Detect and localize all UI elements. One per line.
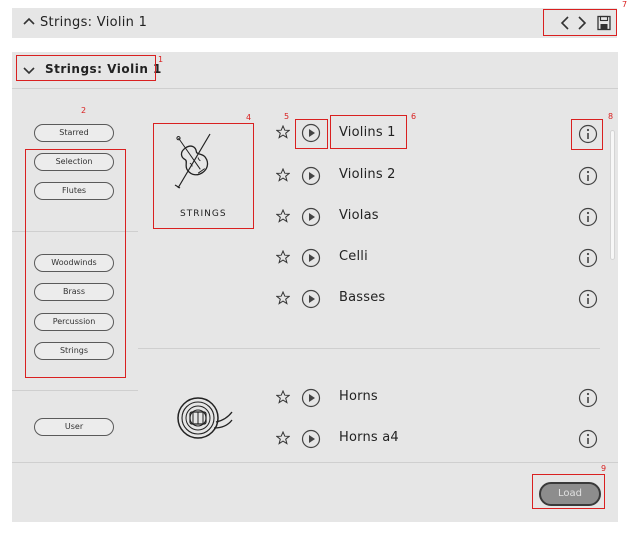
instrument-horns[interactable]: Horns (339, 389, 378, 404)
instrument-celli[interactable]: Celli (339, 249, 368, 264)
star-icon[interactable] (276, 390, 290, 404)
play-icon[interactable] (301, 388, 321, 408)
info-icon[interactable] (578, 207, 598, 227)
french-horn-icon (177, 397, 233, 439)
load-button[interactable]: Load (539, 482, 601, 506)
chevron-right-icon[interactable] (577, 15, 587, 31)
play-icon[interactable] (301, 429, 321, 449)
star-icon[interactable] (276, 291, 290, 305)
instrument-violas[interactable]: Violas (339, 208, 379, 223)
instrument-basses[interactable]: Basses (339, 290, 385, 305)
top-bar: Strings: Violin 1 (12, 8, 617, 38)
floppy-disk-icon[interactable] (597, 15, 611, 31)
star-icon[interactable] (276, 168, 290, 182)
annotation-number-8: 8 (608, 112, 614, 121)
top-bar-title: Strings: Violin 1 (40, 15, 148, 30)
filter-user[interactable]: User (34, 418, 114, 436)
annotation-number-7: 7 (622, 0, 628, 9)
filter-woodwinds[interactable]: Woodwinds (34, 254, 114, 272)
filter-starred[interactable]: Starred (34, 124, 114, 142)
play-icon[interactable] (301, 289, 321, 309)
sidebar-divider (12, 231, 138, 232)
play-icon[interactable] (301, 207, 321, 227)
annotation-number-2: 2 (81, 106, 87, 115)
play-icon[interactable] (301, 123, 321, 143)
chevron-up-icon[interactable] (22, 14, 36, 28)
filter-flutes[interactable]: Flutes (34, 182, 114, 200)
info-icon[interactable] (578, 429, 598, 449)
filter-brass[interactable]: Brass (34, 283, 114, 301)
star-icon[interactable] (276, 209, 290, 223)
annotation-number-5: 5 (284, 112, 290, 121)
violin-icon (174, 133, 211, 189)
star-icon[interactable] (276, 125, 290, 139)
panel-header[interactable]: Strings: Violin 1 (12, 52, 618, 89)
play-icon[interactable] (301, 166, 321, 186)
info-icon[interactable] (578, 248, 598, 268)
chevron-left-icon[interactable] (560, 15, 570, 31)
footer-divider (12, 462, 618, 463)
play-icon[interactable] (301, 248, 321, 268)
filter-strings[interactable]: Strings (34, 342, 114, 360)
annotation-number-1: 1 (158, 55, 164, 64)
patch-navigation (545, 11, 615, 35)
strings-group-caption: STRINGS (180, 209, 227, 219)
annotation-number-4: 4 (246, 113, 252, 122)
star-icon[interactable] (276, 431, 290, 445)
annotation-number-9: 9 (601, 464, 607, 473)
filter-percussion[interactable]: Percussion (34, 313, 114, 331)
info-icon[interactable] (578, 166, 598, 186)
info-icon[interactable] (578, 124, 598, 144)
info-icon[interactable] (578, 289, 598, 309)
group-divider (138, 348, 600, 349)
instrument-horns-a4[interactable]: Horns a4 (339, 430, 399, 445)
browser-panel: Strings: Violin 1 Starred Selection Flut… (12, 52, 618, 522)
info-icon[interactable] (578, 388, 598, 408)
annotation-number-6: 6 (411, 112, 417, 121)
panel-header-title: Strings: Violin 1 (45, 62, 162, 76)
instrument-violins-2[interactable]: Violins 2 (339, 167, 396, 182)
sidebar-divider (12, 390, 138, 391)
filter-selection[interactable]: Selection (34, 153, 114, 171)
star-icon[interactable] (276, 250, 290, 264)
list-scrollbar[interactable] (610, 130, 615, 260)
chevron-down-icon[interactable] (22, 64, 36, 78)
instrument-violins-1[interactable]: Violins 1 (339, 125, 396, 140)
